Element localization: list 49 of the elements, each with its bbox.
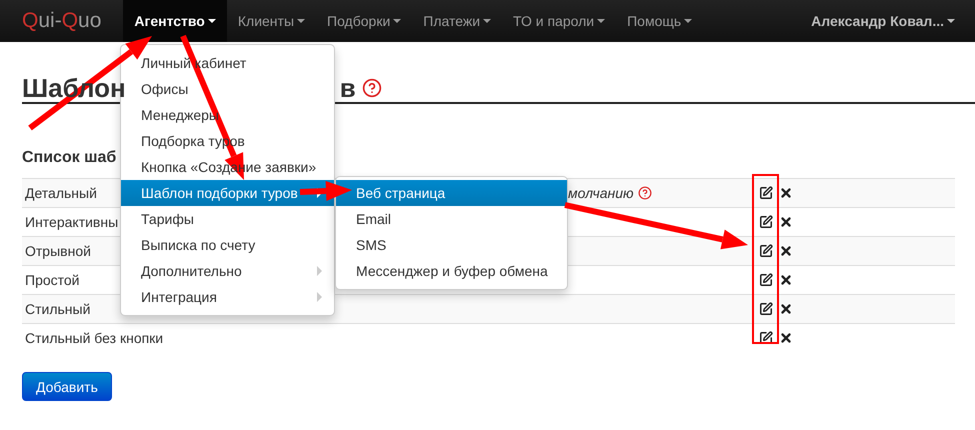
menu-item[interactable]: SMS xyxy=(336,232,567,258)
arrow xyxy=(300,181,352,201)
caret-icon xyxy=(393,19,402,23)
nav-menu-item[interactable]: Агентство xyxy=(123,0,227,42)
user-menu[interactable]: Александр Ковал... xyxy=(811,0,955,42)
caret-icon xyxy=(208,19,216,23)
caret-icon xyxy=(483,19,492,23)
nav-menu-item[interactable]: Помощь xyxy=(616,0,704,42)
edit-icon[interactable] xyxy=(759,244,773,258)
add-button[interactable]: Добавить xyxy=(22,372,112,401)
template-name: Стильный без кнопки xyxy=(25,330,164,346)
template-name: Простой xyxy=(25,272,80,288)
edit-icon[interactable] xyxy=(759,331,773,345)
help-icon[interactable] xyxy=(362,78,382,98)
menu-item[interactable]: Выписка по счету xyxy=(121,232,334,258)
delete-icon[interactable] xyxy=(779,302,793,316)
menu-item[interactable]: Мессенджер и буфер обмена xyxy=(336,258,567,284)
nav-menu-item[interactable]: Клиенты xyxy=(226,0,316,42)
delete-icon[interactable] xyxy=(779,186,793,200)
menu-item[interactable]: Веб страница xyxy=(336,180,567,206)
delete-icon[interactable] xyxy=(779,215,793,229)
caret-icon xyxy=(597,19,606,23)
template-name: Стильный xyxy=(25,301,90,317)
template-name: Детальный xyxy=(25,185,97,201)
caret-icon xyxy=(684,19,692,23)
menu-item[interactable]: Дополнительно xyxy=(121,258,334,284)
template-name: Отрывной xyxy=(25,243,91,259)
nav-menu-item[interactable]: ТО и пароли xyxy=(502,0,616,42)
menu-item[interactable]: Тарифы xyxy=(121,206,334,232)
nav-menu-item[interactable]: Платежи xyxy=(412,0,502,42)
help-icon[interactable] xyxy=(638,186,652,200)
logo[interactable]: Qui-Quo xyxy=(22,0,102,42)
menu-item[interactable]: Интеграция xyxy=(121,284,334,310)
default-note: молчанию xyxy=(568,185,634,201)
menu-item[interactable]: Email xyxy=(336,206,567,232)
nav-menu-item[interactable]: Подборки xyxy=(316,0,412,42)
edit-icon[interactable] xyxy=(759,215,773,229)
template-name: Интерактивны xyxy=(25,214,118,230)
menu-item[interactable]: Шаблон подборки туров xyxy=(121,180,334,206)
edit-icon[interactable] xyxy=(759,273,773,287)
section-heading: Список шаб xyxy=(22,148,116,168)
caret-icon xyxy=(947,19,955,23)
caret-icon xyxy=(297,19,306,23)
delete-icon[interactable] xyxy=(779,244,793,258)
edit-icon[interactable] xyxy=(759,302,773,316)
delete-icon[interactable] xyxy=(779,331,793,345)
edit-icon[interactable] xyxy=(759,186,773,200)
delete-icon[interactable] xyxy=(779,273,793,287)
page-heading: в xyxy=(340,74,356,102)
